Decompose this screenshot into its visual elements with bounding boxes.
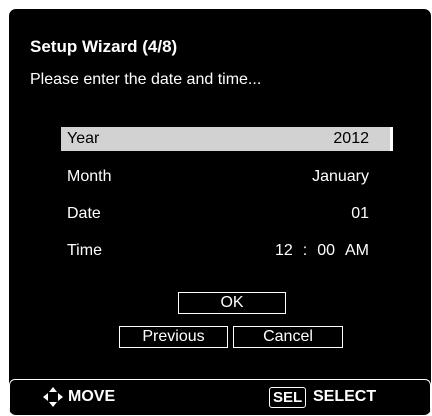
cancel-button[interactable]: Cancel [233, 326, 343, 348]
four-way-arrow-icon [43, 387, 63, 407]
footer-bar: MOVE SEL SELECT [9, 379, 431, 415]
date-row[interactable]: Date 01 [61, 202, 393, 226]
ok-button[interactable]: OK [178, 292, 286, 314]
year-label: Year [67, 130, 100, 147]
select-hint-label: SELECT [313, 388, 377, 405]
setup-wizard-screen: Setup Wizard (4/8) Please enter the date… [9, 9, 431, 415]
time-label: Time [67, 242, 102, 259]
time-minute[interactable]: 00 [317, 242, 335, 260]
month-value[interactable]: January [312, 168, 369, 186]
previous-button[interactable]: Previous [119, 326, 228, 348]
wizard-prompt: Please enter the date and time... [30, 71, 262, 88]
time-separator: : [302, 242, 308, 259]
month-label: Month [67, 168, 112, 185]
time-row[interactable]: Time 12 : 00 AM [61, 239, 393, 263]
wizard-title: Setup Wizard (4/8) [30, 37, 178, 56]
time-value: 12 : 00 AM [275, 242, 369, 260]
date-value[interactable]: 01 [351, 205, 369, 223]
move-hint-label: MOVE [68, 388, 116, 405]
date-label: Date [67, 205, 101, 222]
month-row[interactable]: Month January [61, 165, 393, 189]
year-row[interactable]: Year 2012 [61, 127, 393, 151]
time-meridiem[interactable]: AM [345, 242, 369, 260]
sel-key-icon: SEL [269, 387, 307, 408]
year-value[interactable]: 2012 [333, 130, 369, 148]
time-hour[interactable]: 12 [275, 242, 293, 260]
